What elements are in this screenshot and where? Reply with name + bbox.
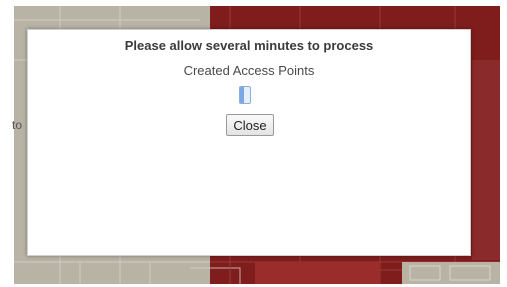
progress-bar-fill bbox=[240, 87, 244, 103]
close-button[interactable]: Close bbox=[226, 114, 274, 136]
status-text: Created Access Points bbox=[183, 63, 315, 78]
dialog-title: Please allow several minutes to process bbox=[124, 38, 374, 53]
map-edge-label: to bbox=[12, 118, 23, 132]
progress-bar bbox=[239, 86, 251, 104]
processing-dialog: Please allow several minutes to process … bbox=[27, 29, 471, 256]
